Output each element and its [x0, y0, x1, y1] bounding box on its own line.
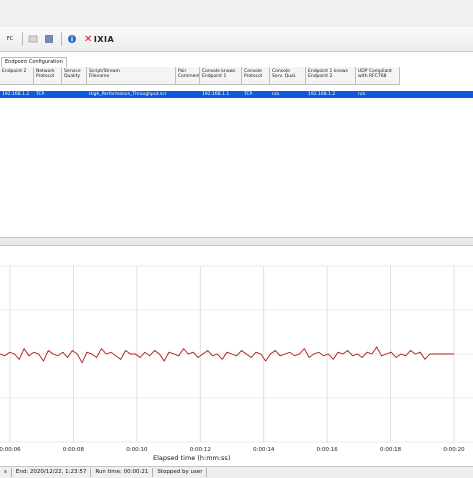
column-header[interactable]: UDP Compliant with RFC768: [356, 67, 400, 85]
x-tick-label: 0:00:20: [443, 447, 465, 453]
fc-label[interactable]: FC: [4, 31, 16, 47]
toolbar: FC ✕ IXIA: [0, 27, 473, 52]
window-top-strip: [0, 0, 473, 27]
column-header[interactable]: Service Quality: [62, 67, 87, 85]
cell-service-quality: [62, 91, 87, 98]
run-icon[interactable]: [27, 31, 39, 47]
pair-table: Endpoint 2 Network Protocol Service Qual…: [0, 67, 473, 237]
column-header[interactable]: Console Protocol: [242, 67, 270, 85]
status-run-time: Run time: 00:00:21: [91, 468, 154, 477]
toolbar-separator: [61, 32, 62, 46]
cell-console-serv-qual: n/a: [272, 92, 280, 97]
cell-console-protocol: TCP: [244, 92, 253, 97]
table-row[interactable]: 192.168.1.2 TCP High_Performance_Through…: [0, 91, 473, 98]
throughput-graph-pane: 0:00:06 0:00:08 0:00:10 0:00:12 0:00:14 0:00:…: [0, 246, 473, 464]
column-header[interactable]: Console knows Endpoint 1: [200, 67, 242, 85]
ixia-logo: ✕ IXIA: [84, 34, 114, 45]
info-icon[interactable]: [66, 31, 78, 47]
status-state: Stopped by user: [153, 468, 208, 477]
tab-endpoint-configuration[interactable]: Endpoint Configuration: [1, 57, 67, 67]
cell-console-knows-endpoint-1: 192.168.1.1: [202, 92, 230, 97]
cell-endpoint-2: 192.168.1.2: [2, 92, 30, 97]
x-tick-label: 0:00:10: [126, 447, 148, 453]
throughput-chart: 0:00:06 0:00:08 0:00:10 0:00:12 0:00:14 0:00:…: [0, 265, 473, 462]
status-bar: s End: 2020/12/22, 1:23:57 Run time: 00:…: [0, 466, 473, 478]
column-header[interactable]: Endpoint 1 knows Endpoint 2: [306, 67, 356, 85]
x-tick-label: 0:00:18: [380, 447, 402, 453]
ixia-logo-text: IXIA: [93, 34, 115, 44]
column-header[interactable]: Console Serv. Qual.: [270, 67, 306, 85]
x-tick-label: 0:00:14: [253, 447, 275, 453]
x-tick-label: 0:00:12: [190, 447, 211, 453]
column-header[interactable]: Network Protocol: [34, 67, 62, 85]
cell-endpoint-1-knows-endpoint-2: 192.168.1.2: [308, 92, 336, 97]
status-start: s: [0, 468, 12, 477]
x-axis-label: Elapsed time (h:mm:ss): [153, 454, 230, 462]
status-end-time: End: 2020/12/22, 1:23:57: [12, 468, 92, 477]
cell-script-filename: High_Performance_Throughput.scr: [89, 92, 167, 97]
x-tick-label: 0:00:16: [317, 447, 339, 453]
cell-pair-comment: [176, 91, 200, 98]
stop-icon[interactable]: [43, 31, 55, 47]
column-header[interactable]: Script/Stream Filename: [87, 67, 176, 85]
cell-udp-compliant: n/a: [358, 92, 366, 97]
column-header[interactable]: Pair Comment: [176, 67, 200, 85]
x-tick-label: 0:00:08: [63, 447, 85, 453]
cell-network-protocol: TCP: [36, 92, 45, 97]
toolbar-separator: [22, 32, 23, 46]
x-tick-label: 0:00:06: [0, 447, 21, 453]
throughput-series-line: [0, 346, 454, 364]
ixia-x-icon: ✕: [84, 33, 93, 45]
pane-splitter[interactable]: [0, 237, 473, 246]
column-header[interactable]: Endpoint 2: [0, 67, 34, 85]
